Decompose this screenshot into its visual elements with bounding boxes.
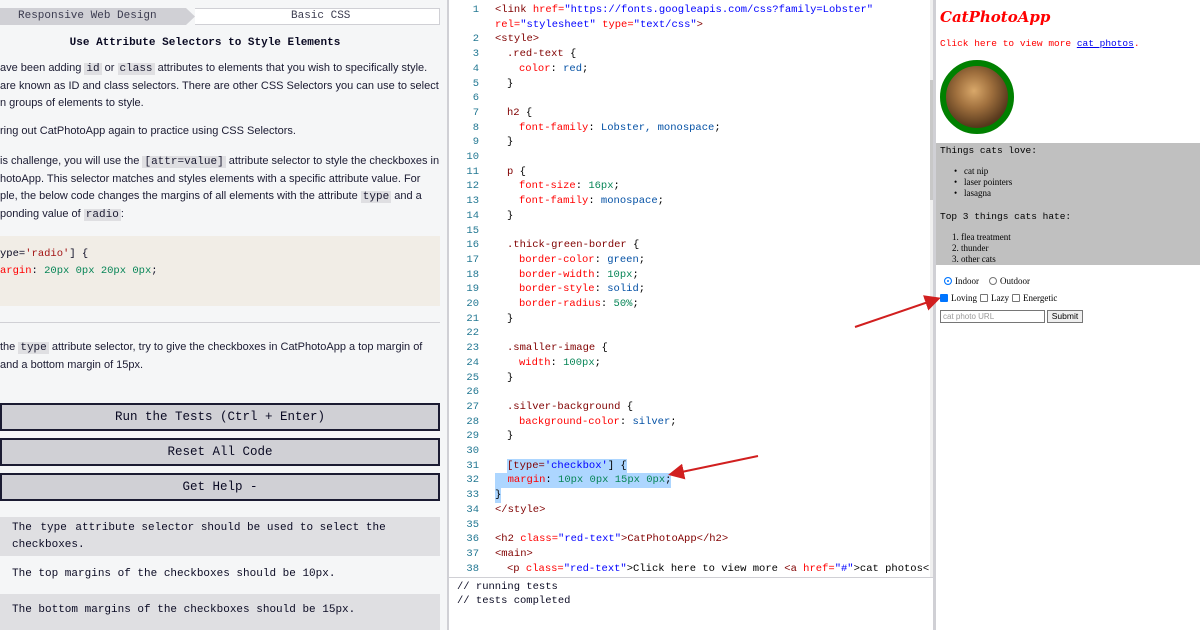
arrow-to-code	[668, 455, 759, 480]
arrow-to-checkbox	[854, 295, 941, 328]
annotation-arrows	[668, 295, 941, 480]
